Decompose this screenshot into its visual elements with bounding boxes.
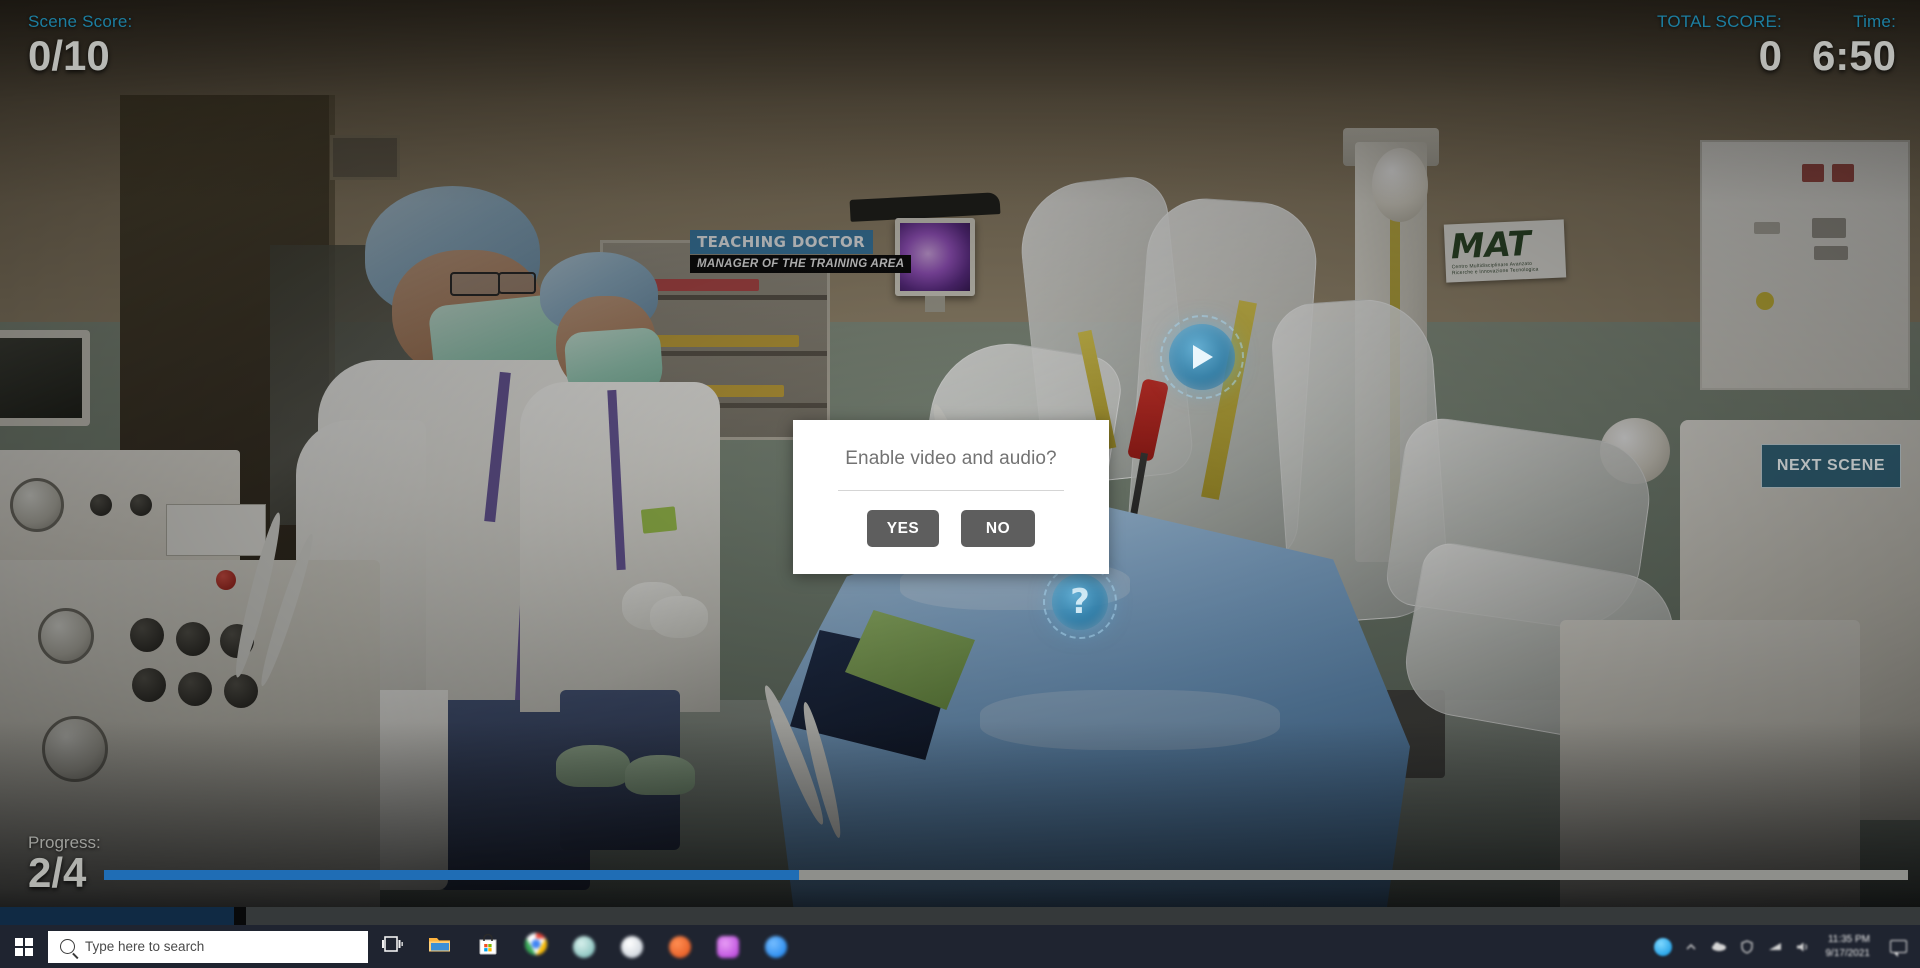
- windows-logo-icon: [15, 937, 33, 956]
- total-score-group: TOTAL SCORE: 0: [1657, 12, 1782, 76]
- windows-taskbar[interactable]: Type here to search 11:35 PM 9/17/2021: [0, 925, 1920, 968]
- progress-hud: Progress: 2/4: [28, 833, 1908, 897]
- time-group: Time: 6:50: [1812, 12, 1896, 76]
- start-button[interactable]: [0, 925, 48, 968]
- clock-time: 11:35 PM: [1827, 934, 1870, 945]
- progress-bar[interactable]: [104, 870, 1908, 880]
- scene-score-value: 0/10: [28, 32, 110, 79]
- left-wall-monitor: [0, 330, 90, 426]
- circle-icon: [621, 935, 643, 958]
- monitor-stand: [925, 296, 945, 312]
- video-scrubber[interactable]: [0, 907, 1920, 925]
- show-hidden-icons-button[interactable]: [1678, 925, 1704, 968]
- network-icon[interactable]: [1762, 925, 1788, 968]
- app-purple-button[interactable]: [704, 925, 752, 968]
- store-icon: [477, 933, 499, 960]
- enable-media-dialog[interactable]: Enable video and audio? YES NO: [793, 420, 1109, 574]
- app-teal-button[interactable]: [560, 925, 608, 968]
- dialog-divider: [838, 490, 1064, 491]
- scene-nameplate: TEACHING DOCTOR MANAGER OF THE TRAINING …: [690, 230, 912, 273]
- play-icon: [1169, 324, 1235, 390]
- speech-bubble-icon: [1889, 940, 1907, 957]
- microsoft-store-button[interactable]: [464, 925, 512, 968]
- app-orange-button[interactable]: [656, 925, 704, 968]
- total-score-value: 0: [1758, 32, 1782, 79]
- volume-icon[interactable]: [1790, 925, 1816, 968]
- dialog-no-button[interactable]: NO: [961, 510, 1035, 547]
- circle-icon: [573, 935, 595, 958]
- time-value: 6:50: [1811, 32, 1896, 79]
- progress-bar-fill: [104, 870, 799, 880]
- video-scrubber-played: [0, 907, 235, 925]
- wall-vent: [330, 135, 400, 180]
- time-label: Time:: [1853, 12, 1896, 31]
- search-input[interactable]: Type here to search: [48, 930, 368, 963]
- app-white-button[interactable]: [608, 925, 656, 968]
- search-icon: [60, 939, 75, 954]
- security-icon[interactable]: [1734, 925, 1760, 968]
- dialog-yes-button[interactable]: YES: [867, 510, 939, 547]
- cortana-icon[interactable]: [1650, 925, 1676, 968]
- info-hotspot[interactable]: ?: [1043, 565, 1117, 639]
- circle-icon: [717, 935, 739, 958]
- progress-label: Progress:: [28, 833, 101, 853]
- circle-icon: [765, 935, 787, 958]
- chrome-icon: [524, 932, 548, 961]
- nameplate-subtitle: MANAGER OF THE TRAINING AREA: [690, 255, 912, 273]
- question-mark-icon: ?: [1052, 574, 1108, 630]
- wall-sign-mat: MAT Centro Multidisciplinare Avanzato Ri…: [1443, 219, 1567, 283]
- nameplate-title: TEACHING DOCTOR: [690, 230, 874, 254]
- dialog-title: Enable video and audio?: [845, 448, 1057, 469]
- clock[interactable]: 11:35 PM 9/17/2021: [1818, 925, 1879, 968]
- wall-cabinet-right: [1700, 140, 1910, 390]
- clock-date: 9/17/2021: [1825, 947, 1871, 959]
- system-tray[interactable]: 11:35 PM 9/17/2021: [1650, 925, 1920, 968]
- next-scene-button[interactable]: NEXT SCENE: [1761, 444, 1901, 488]
- app-window: MAT Centro Multidisciplinare Avanzato Ri…: [0, 0, 1920, 968]
- scene-score-hud: Scene Score: 0/10: [28, 12, 132, 76]
- folder-icon: [428, 934, 452, 959]
- file-explorer-button[interactable]: [416, 925, 464, 968]
- dialog-button-row: YES NO: [867, 510, 1035, 547]
- play-hotspot[interactable]: [1160, 315, 1244, 399]
- progress-value: 2/4: [28, 849, 87, 897]
- chrome-button[interactable]: [512, 925, 560, 968]
- scene-score-label: Scene Score:: [28, 12, 133, 31]
- video-scrubber-handle[interactable]: [234, 907, 247, 925]
- action-center-button[interactable]: [1880, 925, 1916, 968]
- search-placeholder: Type here to search: [85, 939, 205, 954]
- circle-icon: [669, 935, 691, 958]
- total-score-label: TOTAL SCORE:: [1657, 12, 1782, 31]
- onedrive-icon[interactable]: [1706, 925, 1732, 968]
- vr-scene-viewport[interactable]: MAT Centro Multidisciplinare Avanzato Ri…: [0, 0, 1920, 925]
- score-time-hud: TOTAL SCORE: 0 Time: 6:50: [1657, 12, 1896, 76]
- wall-sign-mat-title: MAT: [1449, 223, 1532, 268]
- task-view-icon: [381, 935, 403, 958]
- task-view-button[interactable]: [368, 925, 416, 968]
- app-blue-button[interactable]: [752, 925, 800, 968]
